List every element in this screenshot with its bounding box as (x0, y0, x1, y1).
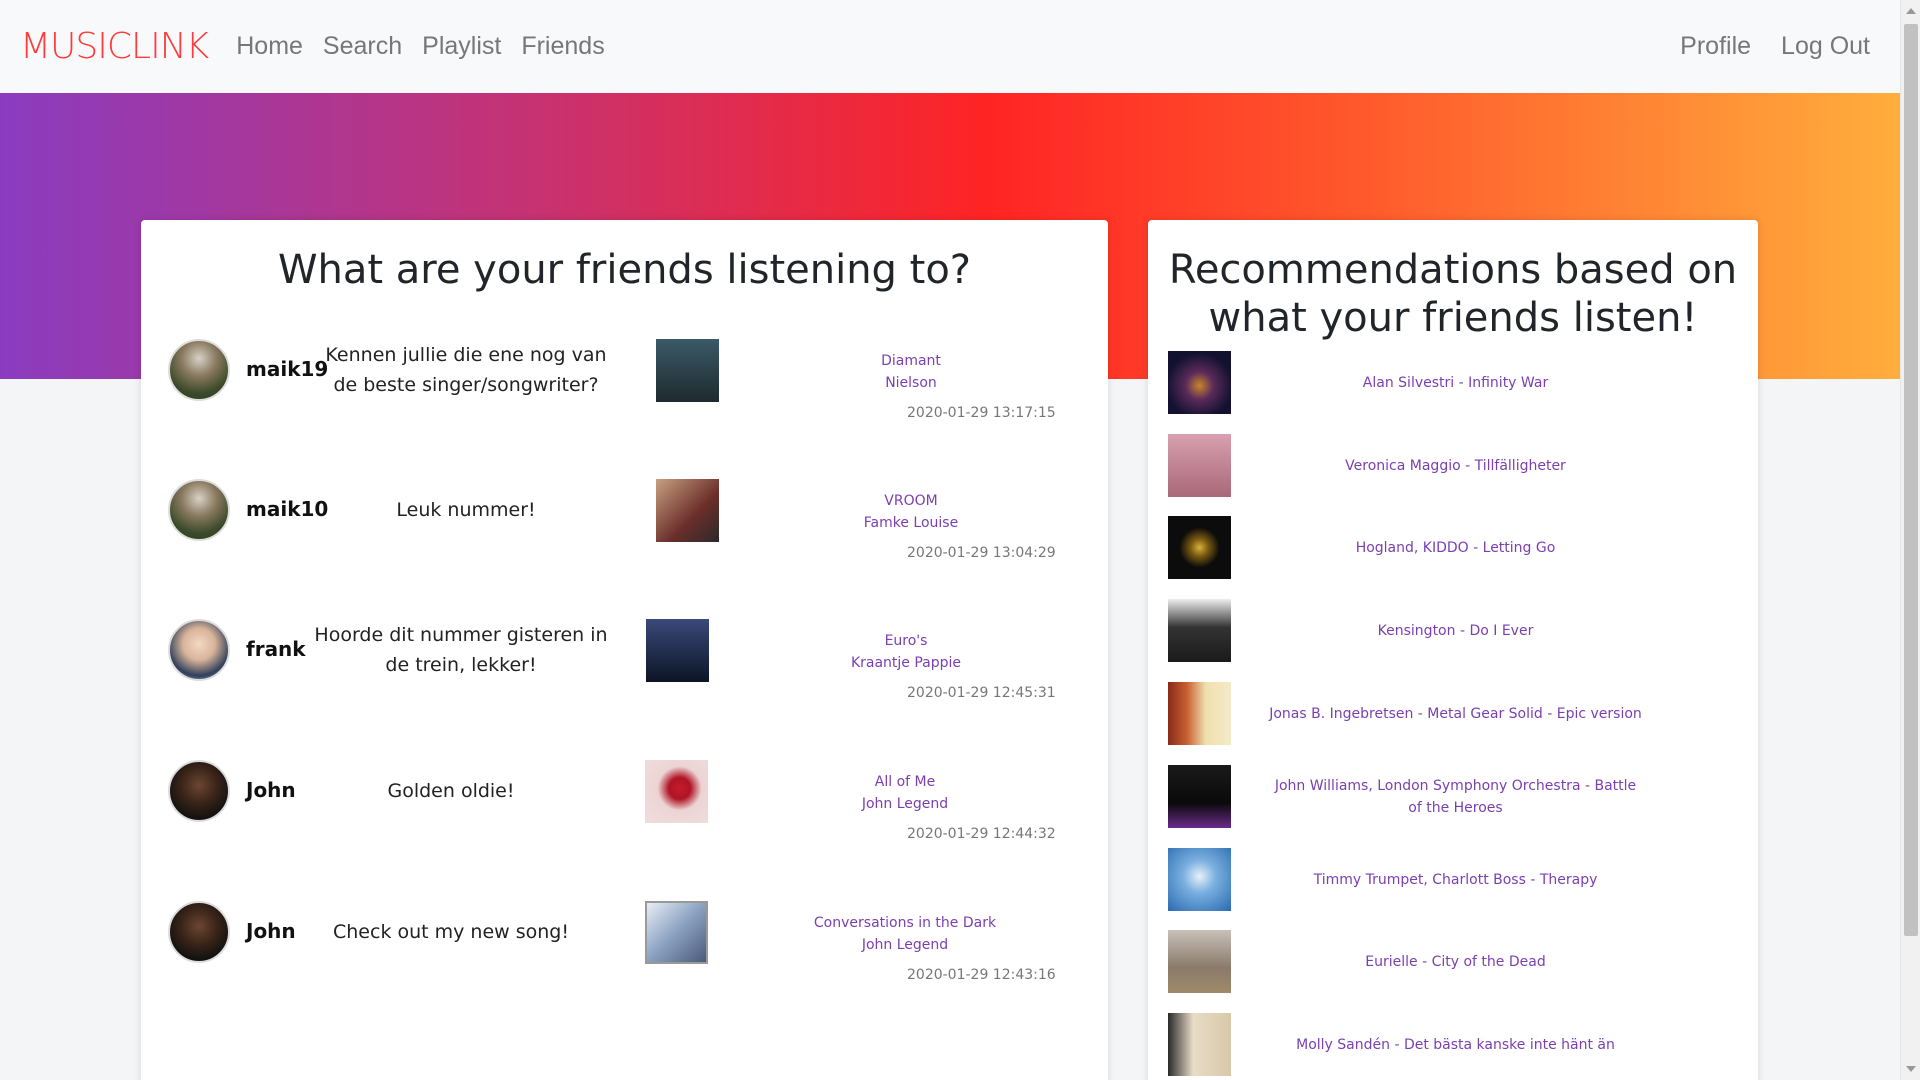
friends-feed-card: What are your friends listening to? maik… (141, 220, 1108, 1080)
album-cover[interactable] (1168, 1013, 1231, 1076)
song-title[interactable]: Conversations in the Dark (785, 912, 1025, 934)
recommendation-link[interactable]: Molly Sandén - Det bästa kanske inte hän… (1268, 1013, 1643, 1076)
feed-message: Leuk nummer! (396, 499, 536, 521)
nav-right-group: Profile Log Out (1660, 32, 1880, 61)
avatar[interactable] (168, 619, 230, 681)
recommendation-item: Molly Sandén - Det bästa kanske inte hän… (1168, 1013, 1738, 1076)
song-title[interactable]: Diamant (791, 350, 1031, 372)
recommendations-title: Recommendations based on what your frien… (1168, 247, 1738, 341)
song-artist[interactable]: Famke Louise (791, 512, 1031, 534)
album-cover[interactable] (1168, 765, 1231, 828)
recommendation-item: Timmy Trumpet, Charlott Boss - Therapy (1168, 848, 1738, 911)
scroll-down-icon[interactable] (1906, 1066, 1916, 1072)
recommendation-link[interactable]: Hogland, KIDDO - Letting Go (1268, 516, 1643, 579)
feed-item: John Golden oldie! All of Me John Legend… (141, 760, 1108, 900)
album-cover[interactable] (1168, 516, 1231, 579)
recommendation-item: Kensington - Do I Ever (1168, 599, 1738, 662)
recommendation-link[interactable]: John Williams, London Symphony Orchestra… (1268, 765, 1643, 828)
feed-title: What are your friends listening to? (277, 247, 972, 293)
page-scrollbar[interactable] (1900, 0, 1920, 1080)
album-cover[interactable] (645, 760, 708, 823)
timestamp: 2020-01-29 13:04:29 (907, 545, 1056, 561)
song-artist[interactable]: John Legend (785, 934, 1025, 956)
album-cover[interactable] (656, 339, 719, 402)
song-link[interactable]: Conversations in the Dark John Legend (785, 912, 1025, 956)
nav-link-search[interactable]: Search (323, 32, 402, 61)
feed-item: maik19 Kennen jullie die ene nog van de … (141, 339, 1108, 479)
feed-item: frank Hoorde dit nummer gisteren in de t… (141, 619, 1108, 759)
avatar[interactable] (168, 901, 230, 963)
album-cover[interactable] (645, 901, 708, 964)
song-link[interactable]: Diamant Nielson (791, 350, 1031, 394)
avatar[interactable] (168, 339, 230, 401)
song-link[interactable]: VROOM Famke Louise (791, 490, 1031, 534)
nav-link-playlist[interactable]: Playlist (422, 32, 501, 61)
recommendation-link[interactable]: Alan Silvestri - Infinity War (1268, 351, 1643, 414)
song-title[interactable]: VROOM (791, 490, 1031, 512)
nav-link-logout[interactable]: Log Out (1781, 32, 1870, 61)
recommendation-link[interactable]: Jonas B. Ingebretsen - Metal Gear Solid … (1268, 682, 1643, 745)
feed-message: Check out my new song! (333, 921, 569, 943)
nav-link-friends[interactable]: Friends (521, 32, 604, 61)
song-title[interactable]: All of Me (785, 771, 1025, 793)
album-cover[interactable] (1168, 434, 1231, 497)
nav-link-profile[interactable]: Profile (1680, 32, 1751, 61)
scrollbar-thumb[interactable] (1904, 24, 1918, 936)
album-cover[interactable] (1168, 599, 1231, 662)
song-link[interactable]: Euro's Kraantje Pappie (786, 630, 1026, 674)
recommendation-link[interactable]: Veronica Maggio - Tillfälligheter (1268, 434, 1643, 497)
recommendations-card: Recommendations based on what your frien… (1148, 220, 1758, 1080)
username[interactable]: John (246, 919, 296, 943)
feed-message: Golden oldie! (387, 780, 515, 802)
navbar: MUSICLINK Home Search Playlist Friends P… (0, 0, 1900, 93)
album-cover[interactable] (646, 619, 709, 682)
username[interactable]: frank (246, 637, 306, 661)
feed-item: maik10 Leuk nummer! VROOM Famke Louise 2… (141, 479, 1108, 619)
recommendation-item: Hogland, KIDDO - Letting Go (1168, 516, 1738, 579)
album-cover[interactable] (1168, 682, 1231, 745)
timestamp: 2020-01-29 12:45:31 (907, 685, 1056, 701)
timestamp: 2020-01-29 12:44:32 (907, 826, 1056, 842)
recommendation-item: Alan Silvestri - Infinity War (1168, 351, 1738, 414)
avatar[interactable] (168, 479, 230, 541)
avatar[interactable] (168, 760, 230, 822)
recommendation-item: Veronica Maggio - Tillfälligheter (1168, 434, 1738, 497)
album-cover[interactable] (1168, 351, 1231, 414)
recommendation-item: John Williams, London Symphony Orchestra… (1168, 765, 1738, 828)
song-link[interactable]: All of Me John Legend (785, 771, 1025, 815)
song-artist[interactable]: John Legend (785, 793, 1025, 815)
album-cover[interactable] (656, 479, 719, 542)
recommendation-item: Eurielle - City of the Dead (1168, 930, 1738, 993)
song-title[interactable]: Euro's (786, 630, 1026, 652)
feed-item: John Check out my new song! Conversation… (141, 901, 1108, 1041)
username[interactable]: John (246, 778, 296, 802)
recommendation-item: Jonas B. Ingebretsen - Metal Gear Solid … (1168, 682, 1738, 745)
scroll-up-icon[interactable] (1906, 8, 1916, 14)
brand-logo[interactable]: MUSICLINK (20, 26, 209, 67)
recommendation-link[interactable]: Kensington - Do I Ever (1268, 599, 1643, 662)
feed-message: Kennen jullie die ene nog van de beste s… (325, 344, 607, 396)
song-artist[interactable]: Nielson (791, 372, 1031, 394)
song-artist[interactable]: Kraantje Pappie (786, 652, 1026, 674)
album-cover[interactable] (1168, 930, 1231, 993)
recommendation-link[interactable]: Eurielle - City of the Dead (1268, 930, 1643, 993)
timestamp: 2020-01-29 13:17:15 (907, 405, 1056, 421)
recommendation-link[interactable]: Timmy Trumpet, Charlott Boss - Therapy (1268, 848, 1643, 911)
timestamp: 2020-01-29 12:43:16 (907, 967, 1056, 983)
album-cover[interactable] (1168, 848, 1231, 911)
nav-link-home[interactable]: Home (236, 32, 303, 61)
feed-message: Hoorde dit nummer gisteren in de trein, … (314, 624, 608, 676)
